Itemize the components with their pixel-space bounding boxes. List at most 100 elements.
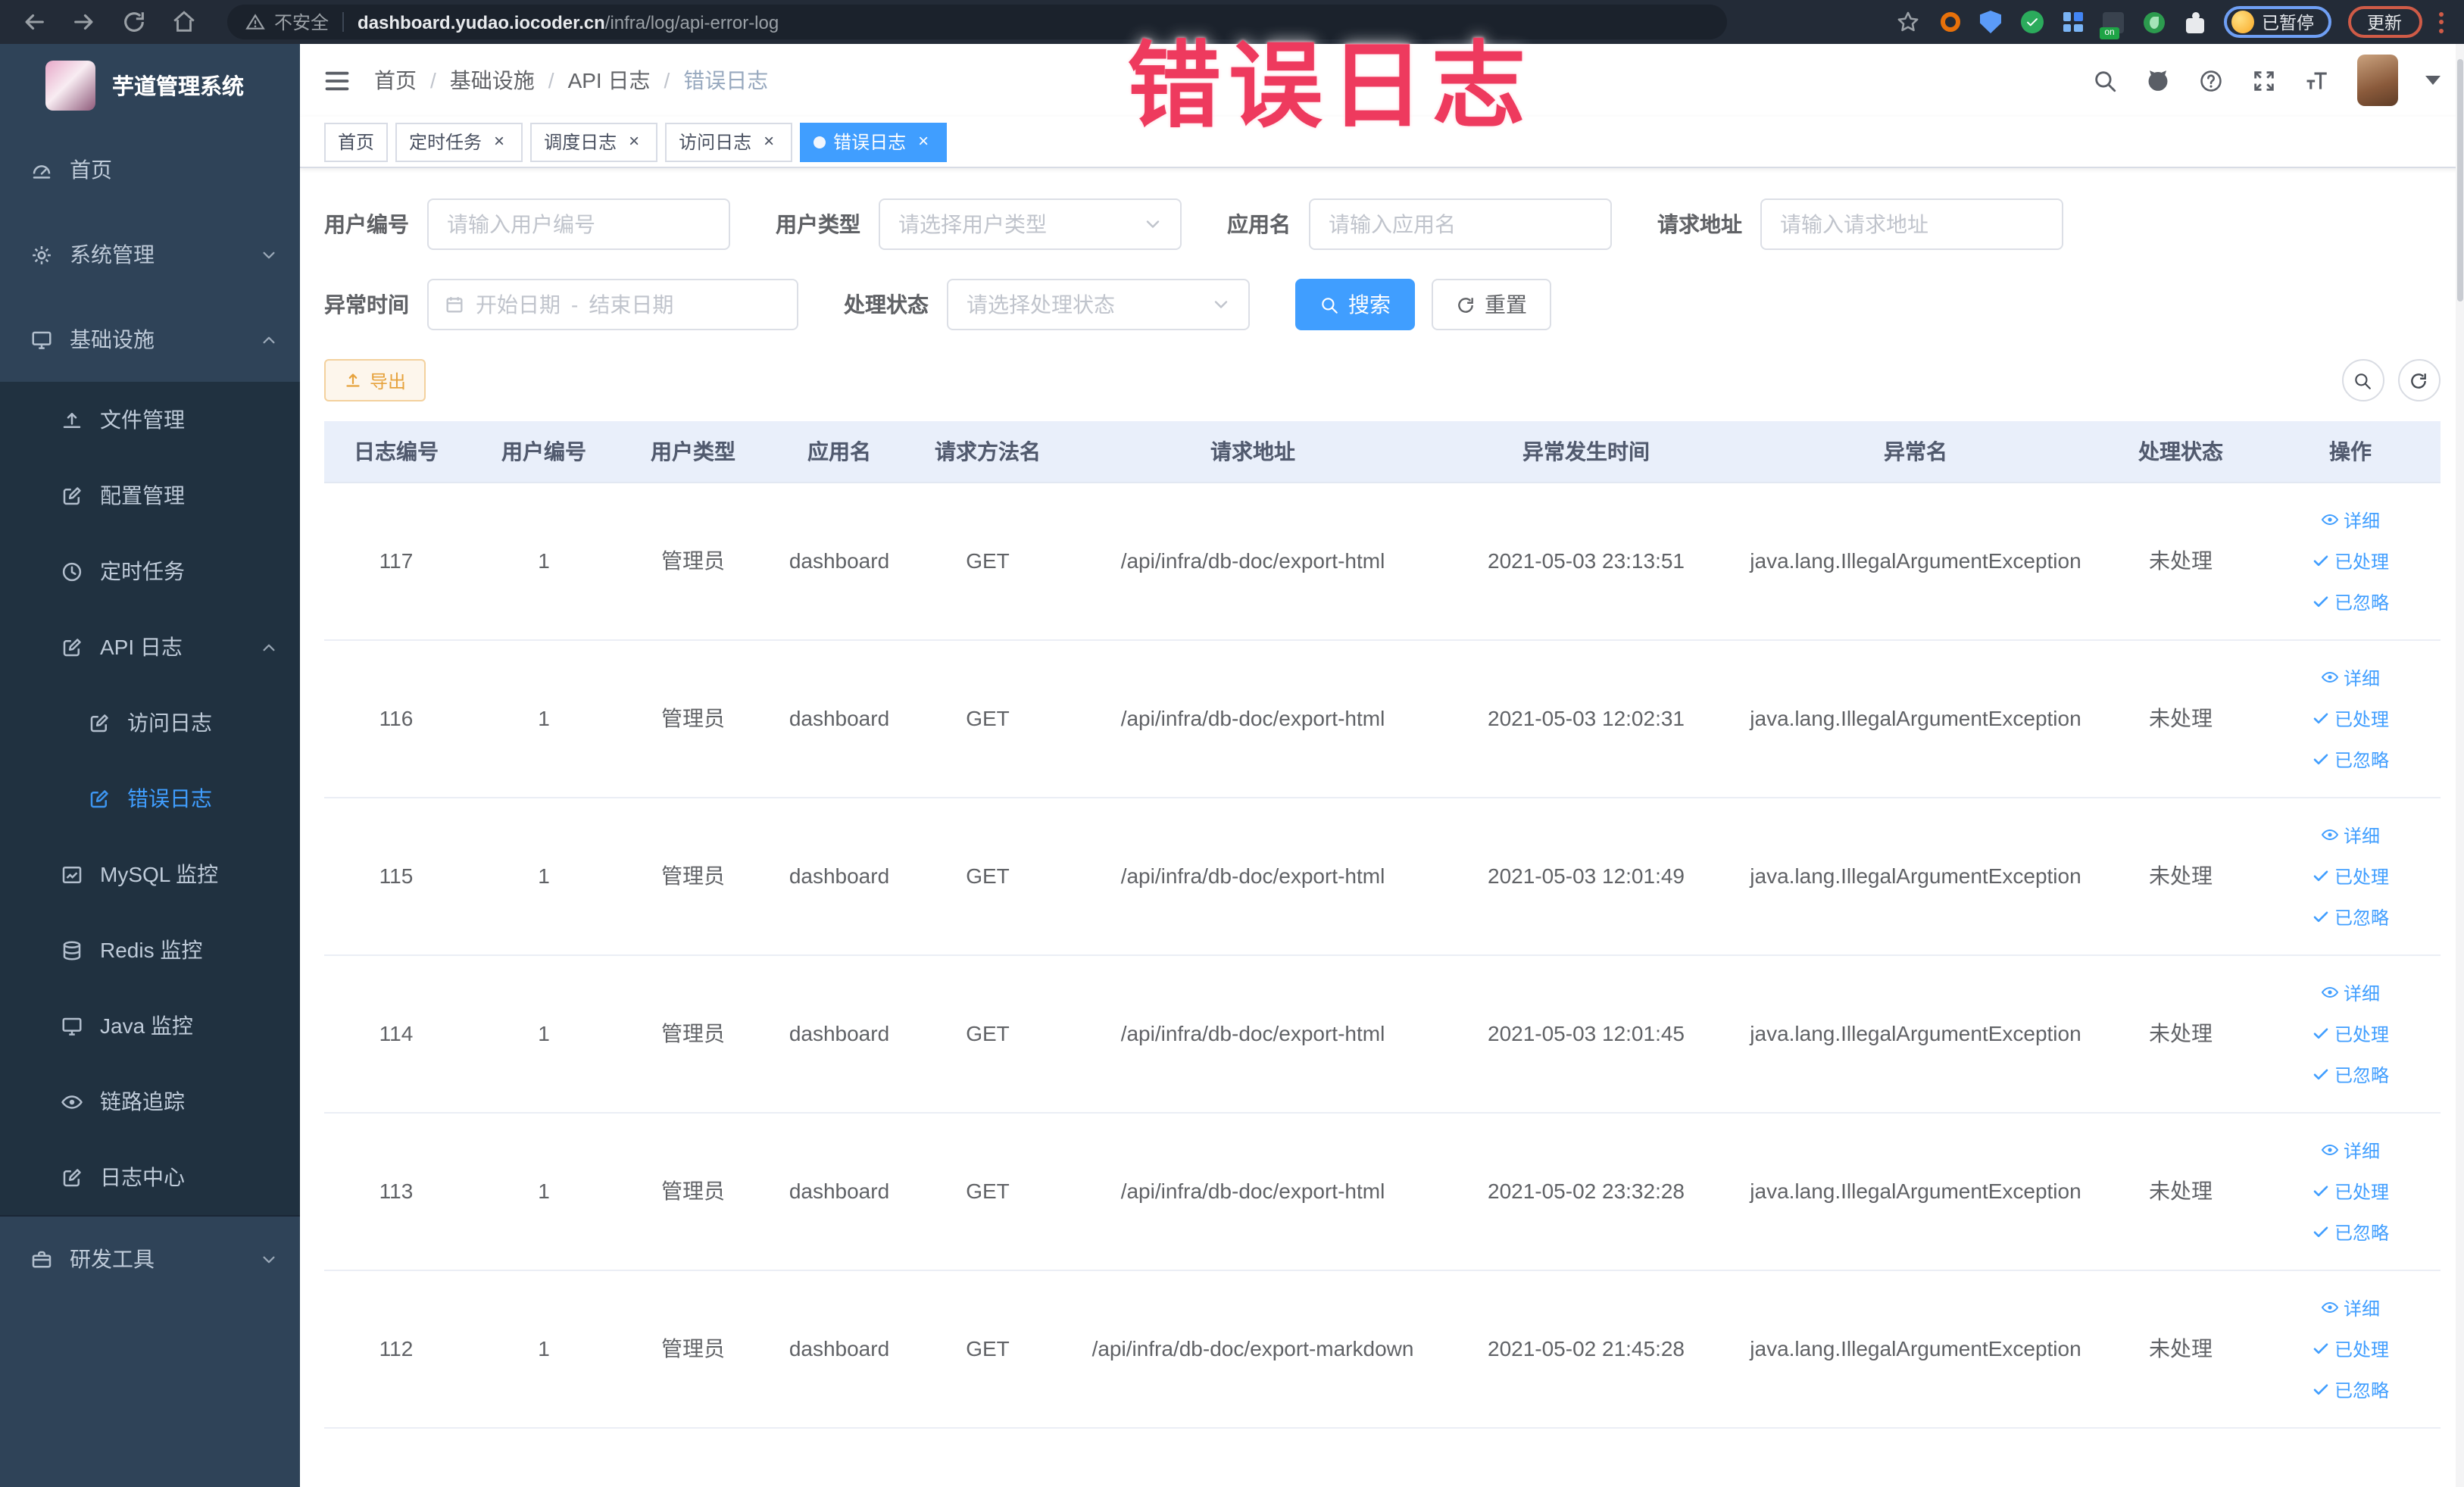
user-type-select[interactable]: 请选择用户类型 bbox=[879, 198, 1182, 250]
detail-link[interactable]: 详细 bbox=[2321, 664, 2380, 690]
hamburger-icon[interactable] bbox=[323, 66, 351, 95]
sidebar-item-java-monitor[interactable]: Java 监控 bbox=[0, 988, 300, 1064]
breadcrumb-api-log[interactable]: API 日志 bbox=[568, 65, 651, 95]
tab-home[interactable]: 首页 bbox=[324, 122, 389, 161]
app-name-input[interactable]: 请输入应用名 bbox=[1309, 198, 1612, 250]
sidebar-item-redis-monitor[interactable]: Redis 监控 bbox=[0, 912, 300, 988]
sidebar-item-infrastructure[interactable]: 基础设施 bbox=[0, 297, 300, 382]
detail-link[interactable]: 详细 bbox=[2321, 979, 2380, 1005]
mark-processed-link[interactable]: 已处理 bbox=[2312, 1020, 2389, 1046]
mark-ignored-link[interactable]: 已忽略 bbox=[2312, 589, 2389, 614]
refresh-button[interactable] bbox=[2397, 359, 2440, 401]
browser-menu-icon[interactable] bbox=[2438, 11, 2443, 33]
github-icon[interactable] bbox=[2144, 67, 2170, 93]
mark-processed-link[interactable]: 已处理 bbox=[2312, 863, 2389, 889]
sidebar-item-dev-tools[interactable]: 研发工具 bbox=[0, 1217, 300, 1301]
cell-exception-name: java.lang.IllegalArgumentException bbox=[1730, 1112, 2101, 1270]
mark-processed-link[interactable]: 已处理 bbox=[2312, 1178, 2389, 1204]
sidebar-item-access-log[interactable]: 访问日志 bbox=[0, 685, 300, 761]
close-icon[interactable]: × bbox=[913, 131, 933, 152]
breadcrumb-infrastructure[interactable]: 基础设施 bbox=[450, 65, 535, 95]
extension-green-check-icon[interactable] bbox=[2019, 10, 2044, 34]
reset-button[interactable]: 重置 bbox=[1432, 279, 1551, 330]
reload-icon[interactable] bbox=[121, 9, 147, 35]
export-button[interactable]: 导出 bbox=[324, 359, 426, 401]
button-label: 搜索 bbox=[1348, 292, 1391, 317]
scrollbar-thumb[interactable] bbox=[2456, 59, 2462, 301]
breadcrumb-home[interactable]: 首页 bbox=[374, 65, 417, 95]
font-size-icon[interactable] bbox=[2303, 67, 2329, 93]
sidebar-item-scheduled-tasks[interactable]: 定时任务 bbox=[0, 533, 300, 609]
detail-link[interactable]: 详细 bbox=[2321, 507, 2380, 533]
profile-paused-badge[interactable]: 已暂停 bbox=[2224, 6, 2331, 38]
caret-down-icon[interactable] bbox=[2425, 76, 2440, 85]
mark-ignored-link[interactable]: 已忽略 bbox=[2312, 1376, 2389, 1402]
extension-orange-icon[interactable] bbox=[1938, 10, 1962, 34]
extension-leaf-icon[interactable] bbox=[2142, 10, 2166, 34]
mark-ignored-link[interactable]: 已忽略 bbox=[2312, 1061, 2389, 1087]
detail-link[interactable]: 详细 bbox=[2321, 1295, 2380, 1320]
eye-icon bbox=[2321, 1298, 2339, 1317]
sidebar-item-label: 文件管理 bbox=[100, 408, 185, 432]
tab-access-log[interactable]: 访问日志 × bbox=[665, 122, 793, 161]
fullscreen-icon[interactable] bbox=[2250, 67, 2276, 93]
sidebar-item-mysql-monitor[interactable]: MySQL 监控 bbox=[0, 836, 300, 912]
request-url-input[interactable]: 请输入请求地址 bbox=[1760, 198, 2063, 250]
mark-processed-link[interactable]: 已处理 bbox=[2312, 705, 2389, 731]
cell-request-url: /api/infra/db-doc/export-html bbox=[1063, 954, 1442, 1113]
search-icon[interactable] bbox=[2091, 67, 2117, 93]
process-status-select[interactable]: 请选择处理状态 bbox=[947, 279, 1250, 330]
forward-icon[interactable] bbox=[71, 9, 97, 35]
detail-link[interactable]: 详细 bbox=[2321, 1137, 2380, 1163]
help-icon[interactable] bbox=[2197, 67, 2223, 93]
warning-icon bbox=[245, 12, 265, 32]
tab-error-log[interactable]: 错误日志 × bbox=[800, 122, 948, 161]
scrollbar bbox=[2455, 44, 2464, 1487]
detail-link[interactable]: 详细 bbox=[2321, 822, 2380, 848]
date-range-picker[interactable]: 开始日期 - 结束日期 bbox=[427, 279, 798, 330]
check-icon bbox=[2312, 1339, 2330, 1357]
cell-exception-time: 2021-05-03 12:02:31 bbox=[1442, 639, 1730, 798]
extension-shield-icon[interactable] bbox=[1978, 10, 2003, 34]
browser-update-button[interactable]: 更新 bbox=[2347, 6, 2422, 38]
back-icon[interactable] bbox=[21, 9, 47, 35]
mark-processed-link[interactable]: 已处理 bbox=[2312, 1335, 2389, 1361]
sidebar-item-tracing[interactable]: 链路追踪 bbox=[0, 1064, 300, 1139]
extension-on-badge-icon[interactable]: on bbox=[2100, 10, 2125, 39]
edit-icon bbox=[88, 711, 111, 734]
cell-log-id: 112 bbox=[324, 1270, 468, 1428]
column-header-exception-name: 异常名 bbox=[1730, 421, 2101, 483]
mark-ignored-link[interactable]: 已忽略 bbox=[2312, 746, 2389, 772]
close-icon[interactable]: × bbox=[759, 131, 779, 152]
user-avatar[interactable] bbox=[2356, 55, 2397, 106]
close-icon[interactable]: × bbox=[624, 131, 644, 152]
sidebar-item-label: MySQL 监控 bbox=[100, 862, 219, 886]
user-id-input[interactable]: 请输入用户编号 bbox=[427, 198, 730, 250]
check-icon bbox=[2312, 1065, 2330, 1083]
sidebar-item-config-mgmt[interactable]: 配置管理 bbox=[0, 458, 300, 533]
sidebar-item-api-log[interactable]: API 日志 bbox=[0, 609, 300, 685]
mark-ignored-link[interactable]: 已忽略 bbox=[2312, 1219, 2389, 1245]
tab-dispatch-log[interactable]: 调度日志 × bbox=[530, 122, 658, 161]
sidebar-item-home[interactable]: 首页 bbox=[0, 127, 300, 212]
url-path: /infra/log/api-error-log bbox=[604, 11, 779, 33]
sidebar-item-error-log[interactable]: 错误日志 bbox=[0, 761, 300, 836]
extensions-puzzle-icon[interactable] bbox=[2183, 10, 2207, 34]
mark-processed-link[interactable]: 已处理 bbox=[2312, 548, 2389, 573]
sidebar-item-file-mgmt[interactable]: 文件管理 bbox=[0, 382, 300, 458]
sidebar-item-system-mgmt[interactable]: 系统管理 bbox=[0, 212, 300, 297]
refresh-icon bbox=[1456, 295, 1476, 314]
sidebar-item-label: 首页 bbox=[70, 158, 112, 182]
extension-grid-icon[interactable] bbox=[2060, 10, 2085, 34]
mark-ignored-link[interactable]: 已忽略 bbox=[2312, 904, 2389, 929]
sidebar-item-log-center[interactable]: 日志中心 bbox=[0, 1139, 300, 1215]
app-logo[interactable]: 芋道管理系统 bbox=[0, 44, 300, 127]
cell-request-url: /api/infra/db-doc/export-html bbox=[1063, 482, 1442, 640]
search-button[interactable]: 搜索 bbox=[1295, 279, 1415, 330]
home-icon[interactable] bbox=[171, 9, 197, 35]
tab-label: 访问日志 bbox=[679, 132, 752, 153]
tab-scheduled-tasks[interactable]: 定时任务 × bbox=[395, 122, 523, 161]
close-icon[interactable]: × bbox=[489, 131, 509, 152]
bookmark-star-icon[interactable] bbox=[1895, 9, 1921, 35]
toggle-search-button[interactable] bbox=[2341, 359, 2384, 401]
